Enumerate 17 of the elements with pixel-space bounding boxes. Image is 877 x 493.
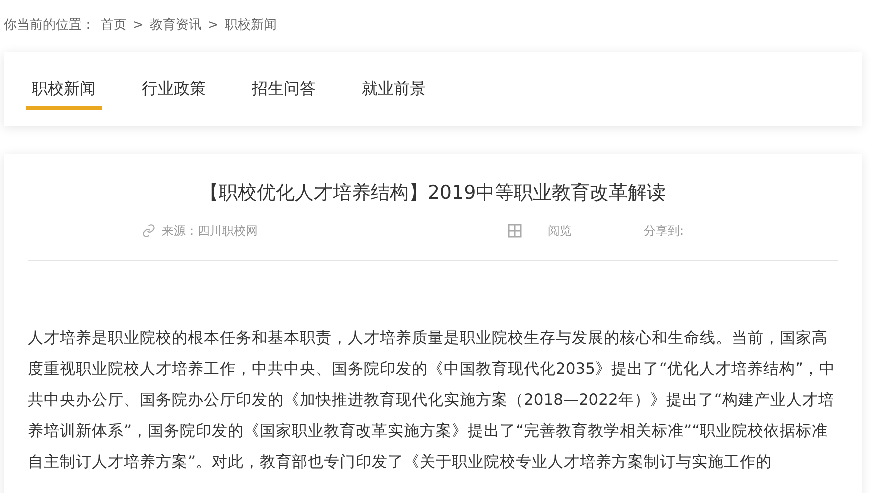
category-tab[interactable]: 职校新闻 (26, 52, 102, 110)
grid-icon (508, 224, 522, 238)
link-icon (142, 224, 156, 238)
breadcrumb-link[interactable]: 首页 (101, 16, 127, 36)
article-source: 来源：四川职校网 (162, 223, 258, 240)
breadcrumb-link[interactable]: 职校新闻 (224, 16, 277, 36)
category-tab[interactable]: 招生问答 (246, 52, 322, 110)
article-paragraph: 人才培养是职业院校的根本任务和基本职责，人才培养质量是职业院校生存与发展的核心和生命线。当前，国家高度重视职业院校人才培养工作，中共中央、国务院印发的《中国教育现代化2035》提出了“优化人才培养结构”，中共中央办公厅、国务院办公厅印发的《加快推进教育现代化实施方案（2018—2022年）》提出了“构建产业人才培养培训新体系”，国务院印发的《国家职业教育改革实施方案》提出了“完善教育教学相关标准”“职业院校依据标准自主制订人才培养方案”。对此，教育部也专门印发了《关于职业院校专业人才培养方案制订与实施工作的 (28, 328, 837, 473)
share-label: 分享到: (644, 223, 684, 240)
breadcrumb-link[interactable]: 教育资讯 (150, 16, 202, 36)
article-title: 【职校优化人才培养结构】2019中等职业教育改革解读 (198, 181, 668, 206)
breadcrumb-separator: > (208, 17, 219, 36)
category-tab[interactable]: 行业政策 (136, 52, 212, 110)
category-tab[interactable]: 就业前景 (356, 52, 432, 110)
breadcrumb-separator: > (133, 17, 144, 36)
view-count-label: 阅览 (548, 223, 572, 240)
breadcrumb-label: 你当前的位置： (4, 17, 95, 36)
